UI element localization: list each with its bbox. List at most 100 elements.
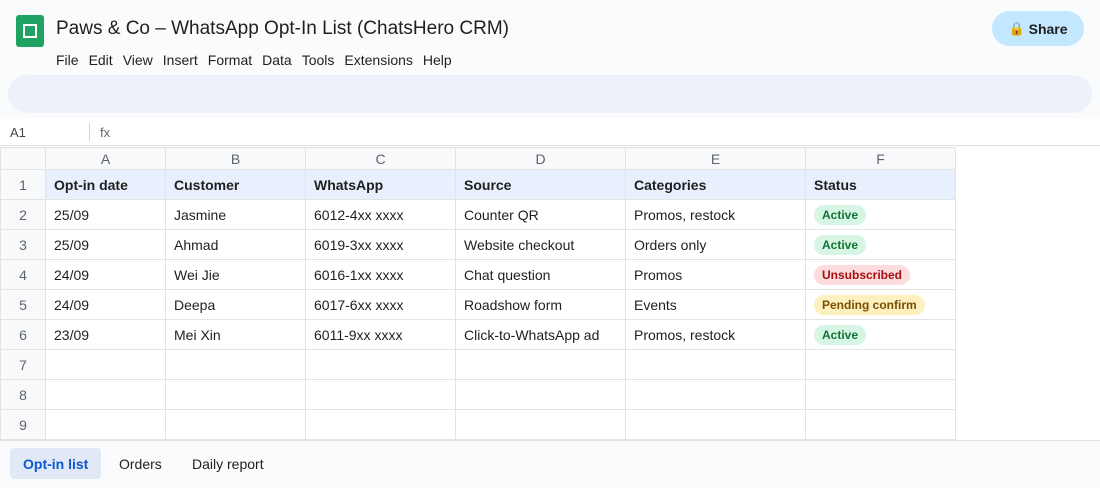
formula-divider [89, 123, 90, 141]
cell-source[interactable]: Website checkout [455, 229, 626, 260]
cell-whatsapp[interactable]: 6017-6xx xxxx [305, 289, 456, 320]
select-all-corner[interactable] [0, 147, 46, 170]
cell-source[interactable]: Chat question [455, 259, 626, 290]
menu-extensions[interactable]: Extensions [344, 52, 418, 68]
row-number[interactable]: 1 [0, 169, 46, 200]
fx-icon: fx [100, 125, 111, 140]
empty-cell[interactable] [625, 349, 806, 380]
row-number[interactable]: 7 [0, 349, 46, 380]
cell-status[interactable]: Active [805, 199, 956, 230]
cell-opt-in-date[interactable]: 24/09 [45, 289, 166, 320]
cell-whatsapp[interactable]: 6011-9xx xxxx [305, 319, 456, 350]
header-cell-whatsapp[interactable]: WhatsApp [305, 169, 456, 200]
name-box[interactable]: A1 [10, 125, 26, 140]
sheet-tabs-bar: Opt-in list Orders Daily report [0, 440, 1100, 488]
cell-customer[interactable]: Wei Jie [165, 259, 306, 290]
menu-file[interactable]: File [56, 52, 85, 68]
cell-categories[interactable]: Events [625, 289, 806, 320]
cell-opt-in-date[interactable]: 25/09 [45, 199, 166, 230]
cell-whatsapp[interactable]: 6012-4xx xxxx [305, 199, 456, 230]
empty-cell[interactable] [625, 409, 806, 440]
title-bar: Paws & Co – WhatsApp Opt-In List (ChatsH… [0, 0, 1100, 72]
cell-opt-in-date[interactable]: 25/09 [45, 229, 166, 260]
cell-opt-in-date[interactable]: 23/09 [45, 319, 166, 350]
row-number[interactable]: 6 [0, 319, 46, 350]
table-row: 2 25/09 Jasmine 6012-4xx xxxx Counter QR… [0, 199, 956, 230]
menu-view[interactable]: View [123, 52, 159, 68]
menu-format[interactable]: Format [208, 52, 258, 68]
cell-customer[interactable]: Ahmad [165, 229, 306, 260]
cell-status[interactable]: Pending confirm [805, 289, 956, 320]
tab-opt-in-list[interactable]: Opt-in list [10, 448, 102, 479]
cell-categories[interactable]: Promos, restock [625, 319, 806, 350]
status-badge: Active [814, 204, 867, 225]
column-header-c[interactable]: C [305, 147, 456, 170]
cell-categories[interactable]: Promos, restock [625, 199, 806, 230]
menu-help[interactable]: Help [423, 52, 458, 68]
row-number[interactable]: 8 [0, 379, 46, 410]
empty-cell[interactable] [45, 349, 166, 380]
row-number[interactable]: 5 [0, 289, 46, 320]
table-row: 7 [0, 349, 956, 380]
header-cell-source[interactable]: Source [455, 169, 626, 200]
column-header-f[interactable]: F [805, 147, 956, 170]
tab-orders[interactable]: Orders [106, 448, 175, 479]
row-number[interactable]: 9 [0, 409, 46, 440]
cell-customer[interactable]: Jasmine [165, 199, 306, 230]
table-row: 6 23/09 Mei Xin 6011-9xx xxxx Click-to-W… [0, 319, 956, 350]
empty-cell[interactable] [45, 409, 166, 440]
menu-data[interactable]: Data [262, 52, 298, 68]
empty-cell[interactable] [805, 379, 956, 410]
column-header-e[interactable]: E [625, 147, 806, 170]
tab-daily-report[interactable]: Daily report [179, 448, 277, 479]
sheets-logo-icon[interactable] [16, 15, 44, 47]
cell-status[interactable]: Active [805, 229, 956, 260]
header-cell-opt-in-date[interactable]: Opt-in date [45, 169, 166, 200]
column-header-b[interactable]: B [165, 147, 306, 170]
empty-cell[interactable] [625, 379, 806, 410]
empty-cell[interactable] [805, 409, 956, 440]
cell-customer[interactable]: Mei Xin [165, 319, 306, 350]
empty-cell[interactable] [805, 349, 956, 380]
status-badge: Pending confirm [814, 294, 925, 315]
status-badge: Active [814, 234, 867, 255]
header-cell-categories[interactable]: Categories [625, 169, 806, 200]
row-number[interactable]: 4 [0, 259, 46, 290]
cell-status[interactable]: Active [805, 319, 956, 350]
empty-cell[interactable] [305, 349, 456, 380]
empty-cell[interactable] [455, 349, 626, 380]
menu-edit[interactable]: Edit [89, 52, 119, 68]
header-cell-customer[interactable]: Customer [165, 169, 306, 200]
row-number[interactable]: 3 [0, 229, 46, 260]
column-header-a[interactable]: A [45, 147, 166, 170]
share-button[interactable]: 🔒 Share [992, 11, 1084, 46]
cell-whatsapp[interactable]: 6016-1xx xxxx [305, 259, 456, 290]
empty-cell[interactable] [305, 409, 456, 440]
menu-tools[interactable]: Tools [302, 52, 341, 68]
empty-cell[interactable] [45, 379, 166, 410]
header-cell-status[interactable]: Status [805, 169, 956, 200]
cell-status[interactable]: Unsubscribed [805, 259, 956, 290]
cell-categories[interactable]: Orders only [625, 229, 806, 260]
toolbar[interactable] [8, 75, 1092, 113]
cell-source[interactable]: Click-to-WhatsApp ad [455, 319, 626, 350]
row-number[interactable]: 2 [0, 199, 46, 230]
cell-customer[interactable]: Deepa [165, 289, 306, 320]
cell-source[interactable]: Counter QR [455, 199, 626, 230]
cell-source[interactable]: Roadshow form [455, 289, 626, 320]
menu-insert[interactable]: Insert [163, 52, 204, 68]
empty-cell[interactable] [455, 379, 626, 410]
cell-whatsapp[interactable]: 6019-3xx xxxx [305, 229, 456, 260]
share-label: Share [1028, 20, 1068, 37]
table-header-row: 1 Opt-in date Customer WhatsApp Source C… [0, 169, 956, 200]
empty-cell[interactable] [455, 409, 626, 440]
document-title[interactable]: Paws & Co – WhatsApp Opt-In List (ChatsH… [56, 18, 509, 40]
column-header-d[interactable]: D [455, 147, 626, 170]
spreadsheet-grid[interactable]: A B C D E F 1 Opt-in date Customer Whats… [0, 147, 1100, 440]
empty-cell[interactable] [165, 409, 306, 440]
cell-opt-in-date[interactable]: 24/09 [45, 259, 166, 290]
cell-categories[interactable]: Promos [625, 259, 806, 290]
empty-cell[interactable] [165, 349, 306, 380]
empty-cell[interactable] [305, 379, 456, 410]
empty-cell[interactable] [165, 379, 306, 410]
